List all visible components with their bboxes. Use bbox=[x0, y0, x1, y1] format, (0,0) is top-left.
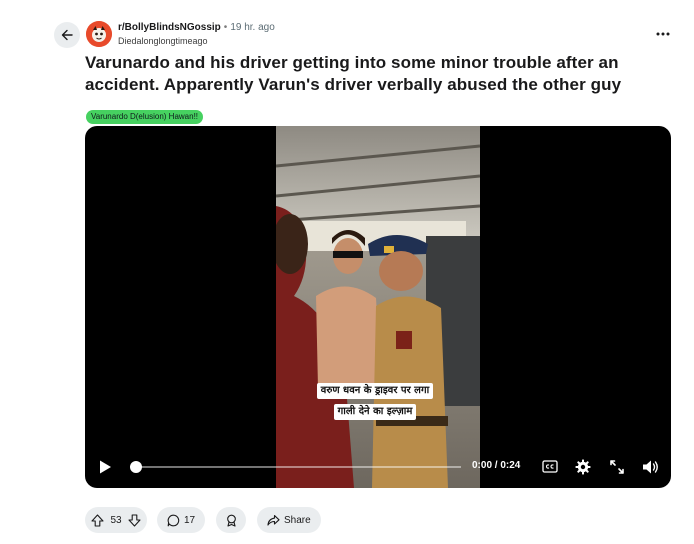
more-options-button[interactable] bbox=[652, 26, 674, 42]
award-button[interactable] bbox=[216, 507, 246, 533]
fullscreen-button[interactable] bbox=[609, 459, 625, 475]
author-link[interactable]: Diedalonglongtimeago bbox=[118, 35, 275, 48]
upvote-icon bbox=[91, 513, 104, 527]
video-controls: 0:00 / 0:24 bbox=[85, 456, 671, 478]
volume-icon bbox=[643, 460, 658, 474]
closed-captions-icon bbox=[542, 460, 558, 473]
subreddit-avatar-icon bbox=[86, 21, 112, 47]
volume-button[interactable] bbox=[642, 459, 660, 475]
video-caption: वरुण धवन के ड्राइवर पर लगा गाली देने का … bbox=[295, 378, 455, 420]
post-title: Varunardo and his driver getting into so… bbox=[85, 53, 622, 94]
vote-control: 53 bbox=[85, 507, 147, 533]
award-icon bbox=[226, 514, 236, 527]
post-time: 19 hr. ago bbox=[230, 22, 275, 33]
meta-separator: • bbox=[223, 22, 228, 33]
comment-icon bbox=[167, 514, 180, 526]
subreddit-link[interactable]: r/BollyBlindsNGossip bbox=[118, 22, 221, 33]
scrubber-handle[interactable] bbox=[130, 461, 142, 473]
closed-captions-button[interactable] bbox=[542, 460, 558, 473]
vote-count: 53 bbox=[110, 514, 122, 526]
arrow-left-icon bbox=[61, 29, 73, 41]
video-player[interactable]: वरुण धवन के ड्राइवर पर लगा गाली देने का … bbox=[85, 126, 671, 488]
settings-button[interactable] bbox=[575, 459, 591, 475]
caption-line-1: वरुण धवन के ड्राइवर पर लगा bbox=[316, 383, 434, 399]
comment-count: 17 bbox=[184, 514, 196, 526]
caption-line-2: गाली देने का इल्ज़ाम bbox=[333, 404, 417, 420]
post-meta: r/BollyBlindsNGossip • 19 hr. ago Diedalon… bbox=[118, 21, 275, 48]
ellipsis-icon bbox=[656, 32, 670, 36]
back-button[interactable] bbox=[54, 22, 80, 48]
post-page: r/BollyBlindsNGossip • 19 hr. ago Diedalon… bbox=[0, 0, 694, 544]
downvote-button[interactable] bbox=[128, 513, 141, 527]
comments-button[interactable]: 17 bbox=[157, 507, 205, 533]
fullscreen-icon bbox=[610, 460, 624, 474]
video-scrubber[interactable] bbox=[134, 466, 461, 468]
upvote-button[interactable] bbox=[91, 513, 104, 527]
gear-icon bbox=[575, 459, 591, 475]
downvote-icon bbox=[128, 513, 141, 527]
share-icon bbox=[267, 514, 280, 526]
share-label: Share bbox=[284, 514, 311, 526]
play-button[interactable] bbox=[97, 459, 113, 475]
video-frame[interactable] bbox=[276, 126, 480, 488]
time-readout: 0:00 / 0:24 bbox=[472, 460, 521, 471]
share-button[interactable]: Share bbox=[257, 507, 321, 533]
post-flair[interactable]: Varunardo D(elusion) Hawan!! bbox=[86, 110, 204, 124]
video-frame-image bbox=[276, 126, 480, 488]
subreddit-avatar[interactable] bbox=[86, 21, 112, 47]
play-icon bbox=[100, 460, 111, 474]
